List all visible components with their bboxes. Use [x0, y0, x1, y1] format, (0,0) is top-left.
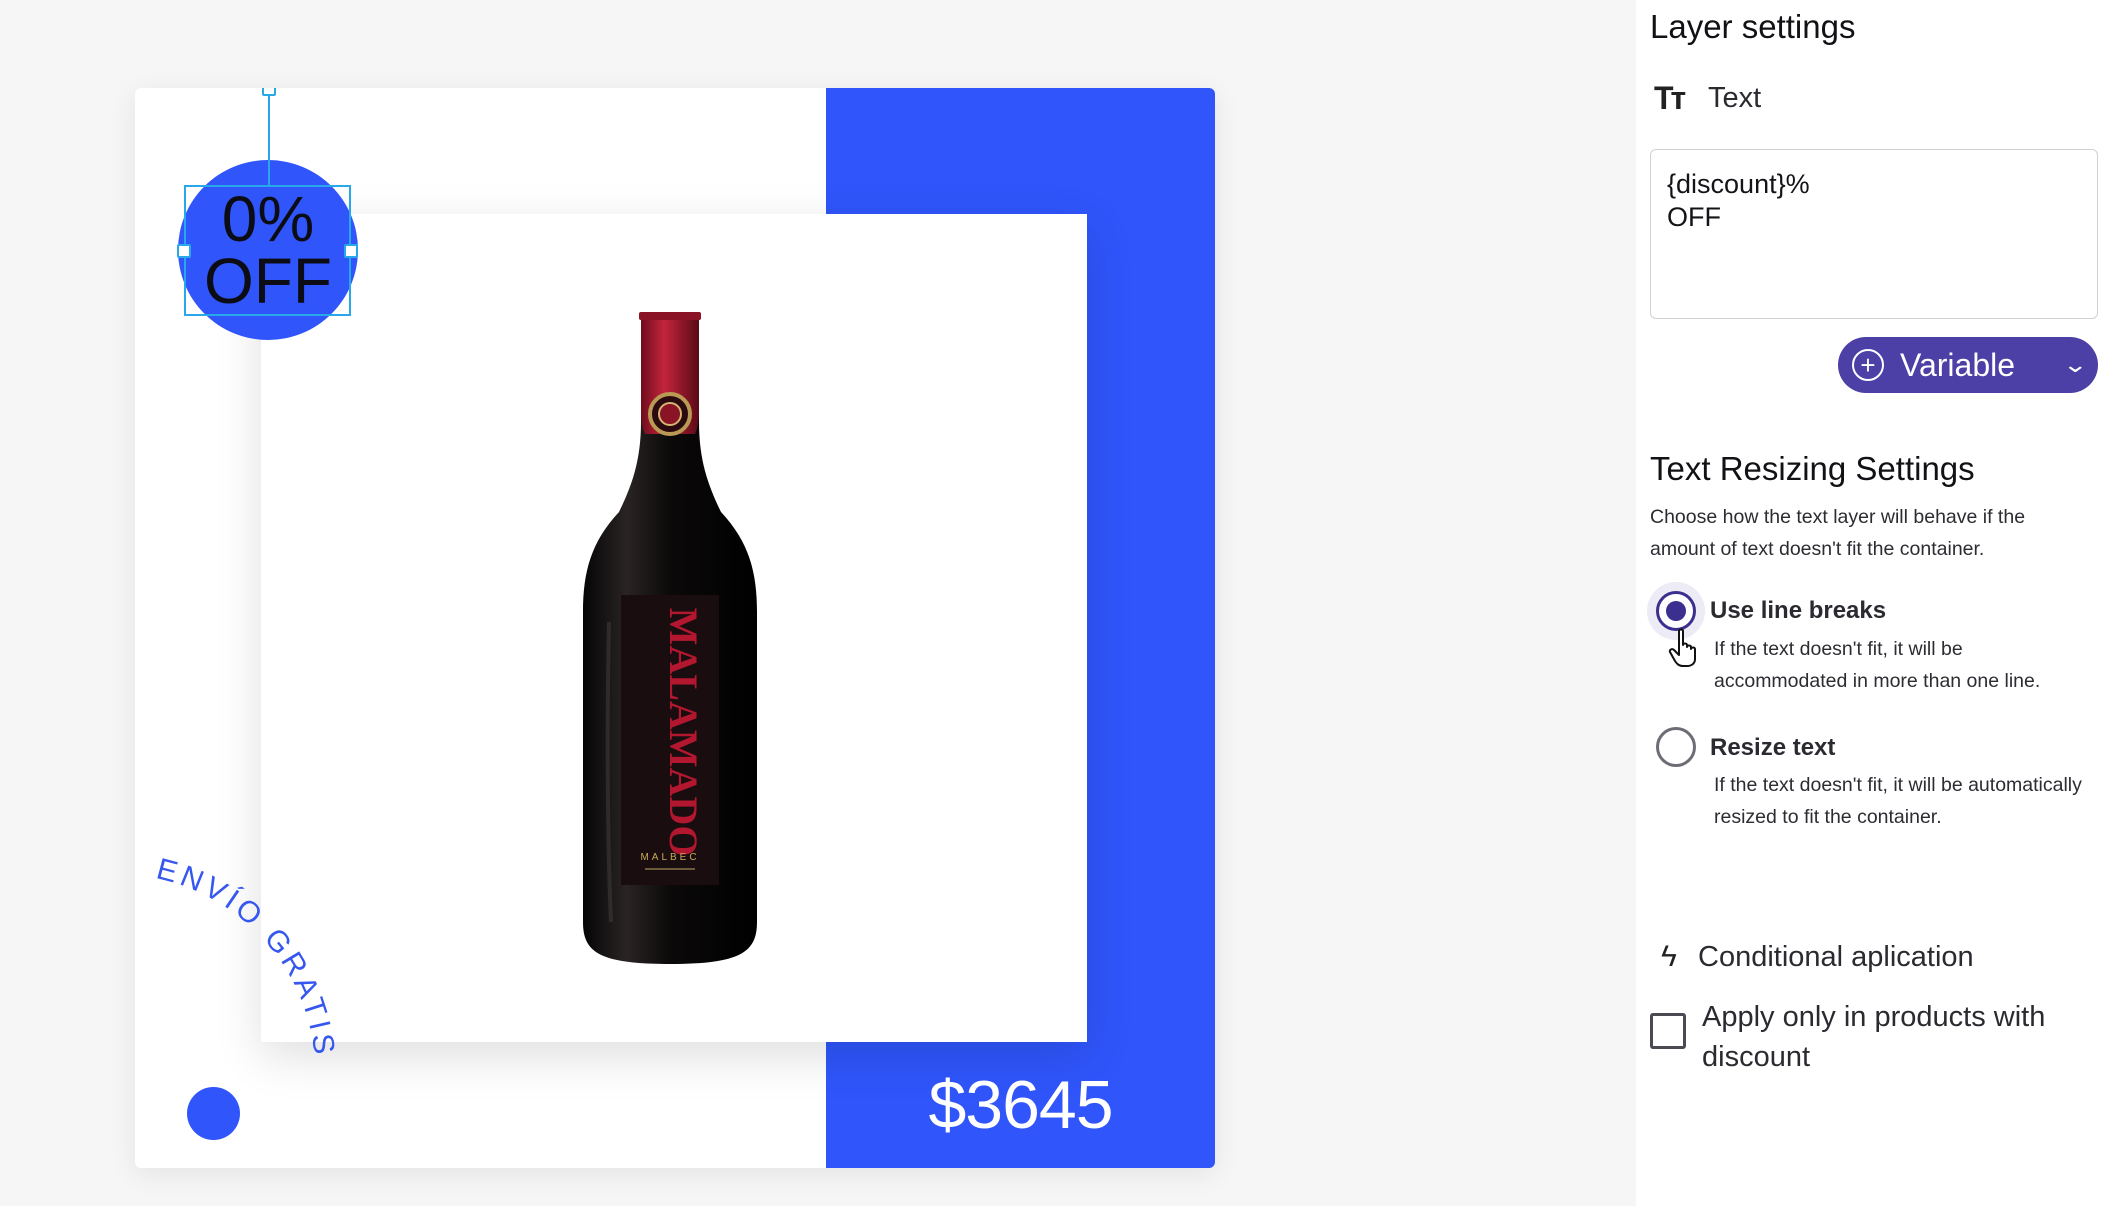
- plus-circle-icon: +: [1852, 349, 1884, 381]
- chevron-down-icon: ⌄: [2061, 352, 2088, 377]
- selection-box: [184, 185, 351, 316]
- line-breaks-label[interactable]: Use line breaks: [1710, 597, 1886, 625]
- curved-text-path: ENVÍO GRATIS: [153, 853, 337, 1060]
- line-breaks-description: If the text doesn't fit, it will be acco…: [1714, 638, 2041, 692]
- variable-button[interactable]: + Variable ⌄: [1838, 337, 2098, 393]
- wine-bottle-image: MALAMADO MALBEC: [583, 312, 757, 964]
- text-format-icon: Tт: [1654, 80, 1686, 116]
- discount-only-label[interactable]: Apply only in products with discount: [1702, 997, 2082, 1077]
- hand-pointer-cursor-icon: [1668, 628, 1696, 667]
- text-content-input[interactable]: {discount}% OFF: [1650, 149, 2098, 319]
- resize-handle-left[interactable]: [177, 244, 191, 258]
- rotation-handle-line: [268, 88, 270, 185]
- conditional-section-header: ϟ Conditional aplication: [1654, 940, 1974, 974]
- decorative-dot[interactable]: [187, 1087, 240, 1140]
- text-section-label: Text: [1708, 82, 1762, 114]
- design-canvas: MALAMADO MALBEC $3645 ENVÍO GRATIS 0% OF…: [0, 0, 1636, 1206]
- text-resizing-description: Choose how the text layer will behave if…: [1650, 506, 2026, 560]
- lightning-icon: ϟ: [1661, 940, 1677, 973]
- resize-handle-right[interactable]: [344, 244, 358, 258]
- resize-text-radio[interactable]: [1656, 727, 1696, 767]
- svg-text:ENVÍO GRATIS: ENVÍO GRATIS: [153, 853, 341, 1060]
- resize-text-description: If the text doesn't fit, it will be auto…: [1714, 774, 2082, 828]
- rotation-handle[interactable]: [262, 88, 276, 96]
- panel-title: Layer settings: [1650, 8, 1856, 45]
- artboard[interactable]: MALAMADO MALBEC $3645 ENVÍO GRATIS 0% OF…: [135, 88, 1215, 1168]
- line-breaks-radio[interactable]: [1656, 591, 1696, 631]
- bottle-label-text: MALAMADO: [661, 608, 706, 857]
- price-text[interactable]: $3645: [826, 1042, 1215, 1168]
- text-resizing-title: Text Resizing Settings: [1650, 450, 1975, 487]
- conditional-label: Conditional aplication: [1698, 940, 1974, 973]
- text-section-header: Tт Text: [1654, 80, 1761, 117]
- resize-text-label[interactable]: Resize text: [1710, 734, 1835, 762]
- layer-settings-panel: Layer settings Tт Text {discount}% OFF +…: [1636, 0, 2114, 1206]
- variable-button-label: Variable: [1900, 346, 2016, 383]
- svg-text:MALBEC: MALBEC: [640, 852, 699, 863]
- discount-only-checkbox[interactable]: [1650, 1013, 1686, 1049]
